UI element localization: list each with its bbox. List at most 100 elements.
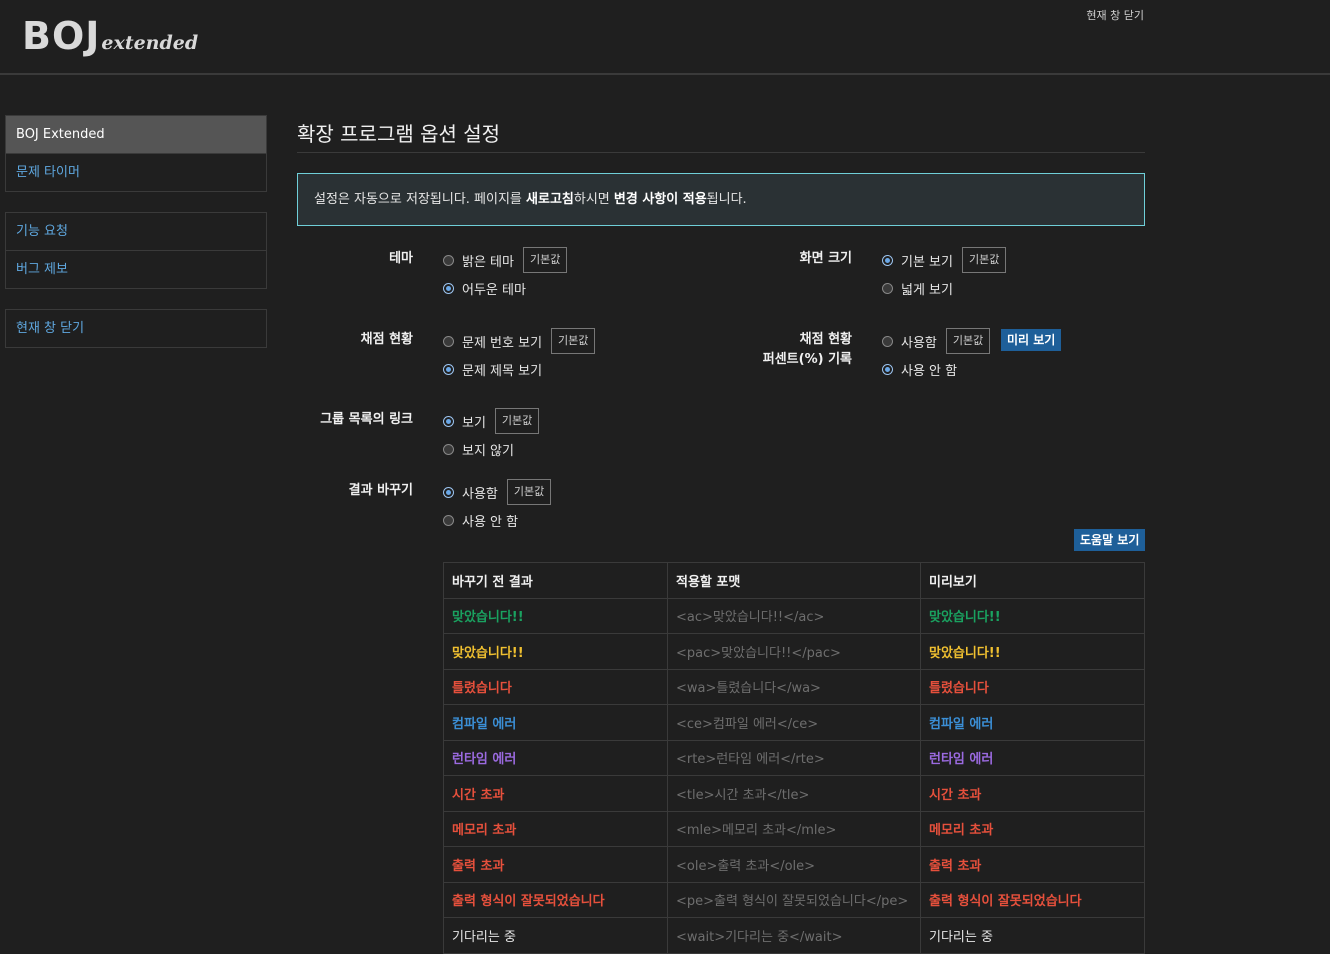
preview-cell: 맞았습니다!! <box>920 597 1145 634</box>
format-cell[interactable]: <ole>출력 초과</ole> <box>667 846 921 883</box>
screen-wide-label: 넓게 보기 <box>901 283 953 298</box>
format-cell[interactable]: <tle>시간 초과</tle> <box>667 775 921 812</box>
table-row: 맞았습니다!! <ac>맞았습니다!!</ac> 맞았습니다!! <box>443 597 1145 634</box>
group-link-hide-radio[interactable]: 보지 않기 <box>443 440 514 459</box>
table-row: 출력 형식이 잘못되었습니다 <pe>출력 형식이 잘못되었습니다</pe> 출력 … <box>443 881 1145 918</box>
replace-use-label: 사용함 <box>462 486 498 502</box>
boj-extended-logo[interactable]: BOJextended <box>22 14 198 58</box>
percent-use-label: 사용함 <box>901 335 937 351</box>
status-title-radio[interactable]: 문제 제목 보기 <box>443 360 542 379</box>
table-row: 런타임 에러 <rte>런타임 에러</rte> 런타임 에러 <box>443 739 1145 776</box>
before-cell: 메모리 초과 <box>443 810 668 847</box>
preview-button[interactable]: 미리 보기 <box>1001 329 1062 351</box>
table-row: 맞았습니다!! <pac>맞았습니다!!</pac> 맞았습니다!! <box>443 633 1145 670</box>
sidebar-item-problem-timer[interactable]: 문제 타이머 <box>6 153 266 191</box>
before-cell: 기다리는 중 <box>443 917 668 954</box>
table-body: 맞았습니다!! <ac>맞았습니다!!</ac> 맞았습니다!! 맞았습니다!! <pa… <box>443 597 1145 954</box>
logo-main-text: BOJ <box>22 14 101 58</box>
radio-off-icon <box>443 515 454 526</box>
column-header-before: 바꾸기 전 결과 <box>443 562 668 599</box>
group-link-hide-label: 보지 않기 <box>462 444 514 459</box>
format-cell[interactable]: <ac>맞았습니다!!</ac> <box>667 597 921 634</box>
sidebar-group-feedback: 기능 요청 버그 제보 <box>5 212 267 289</box>
preview-cell: 시간 초과 <box>920 775 1145 812</box>
preview-cell: 출력 초과 <box>920 846 1145 883</box>
radio-off-icon <box>882 283 893 294</box>
sidebar: BOJ Extended 문제 타이머 기능 요청 버그 제보 현재 창 닫기 <box>5 115 267 368</box>
sidebar-group-close: 현재 창 닫기 <box>5 309 267 348</box>
notice-text-2: 하시면 <box>573 192 614 207</box>
screen-default-label: 기본 보기 <box>901 254 953 270</box>
preview-cell: 출력 형식이 잘못되었습니다 <box>920 881 1145 918</box>
group-link-default-button[interactable]: 기본값 <box>494 408 540 434</box>
before-cell: 런타임 에러 <box>443 739 668 776</box>
header: BOJextended 현재 창 닫기 <box>0 0 1330 75</box>
radio-on-icon <box>882 254 893 266</box>
percent-use-radio[interactable]: 사용함 기본값 <box>882 328 991 354</box>
notice-bold-refresh: 새로고침 <box>526 192 574 207</box>
notice-text-1: 설정은 자동으로 저장됩니다. 페이지를 <box>314 192 527 207</box>
table-row: 시간 초과 <tle>시간 초과</tle> 시간 초과 <box>443 775 1145 812</box>
status-default-button[interactable]: 기본값 <box>551 328 596 354</box>
format-cell[interactable]: <pac>맞았습니다!!</pac> <box>667 633 921 670</box>
screen-size-label: 화면 크기 <box>799 251 852 266</box>
notice-bold-applied: 변경 사항이 적용 <box>613 192 707 207</box>
main-content: 확장 프로그램 옵션 설정 설정은 자동으로 저장됩니다. 페이지를 새로고침하… <box>297 114 1145 226</box>
format-cell[interactable]: <ce>컴파일 에러</ce> <box>667 704 921 741</box>
before-cell: 출력 초과 <box>443 846 668 883</box>
theme-default-button[interactable]: 기본값 <box>522 247 568 273</box>
radio-on-icon <box>443 283 454 294</box>
status-title-label: 문제 제목 보기 <box>462 364 543 379</box>
table-row: 메모리 초과 <mle>메모리 초과</mle> 메모리 초과 <box>443 810 1145 847</box>
replace-use-radio[interactable]: 사용함 기본값 <box>443 479 552 505</box>
preview-cell: 기다리는 중 <box>920 917 1145 954</box>
status-number-radio[interactable]: 문제 번호 보기 기본값 <box>443 328 596 354</box>
format-cell[interactable]: <wait>기다리는 중</wait> <box>667 917 921 954</box>
percent-label-line1: 채점 현황 <box>799 332 852 347</box>
preview-cell: 런타임 에러 <box>920 739 1145 776</box>
table-row: 컴파일 에러 <ce>컴파일 에러</ce> 컴파일 에러 <box>443 704 1145 741</box>
replace-default-button[interactable]: 기본값 <box>506 479 552 505</box>
replace-none-radio[interactable]: 사용 안 함 <box>443 511 518 530</box>
radio-on-icon <box>443 486 454 498</box>
format-cell[interactable]: <pe>출력 형식이 잘못되었습니다</pe> <box>667 881 921 918</box>
close-window-link[interactable]: 현재 창 닫기 <box>1086 7 1144 23</box>
status-label: 채점 현황 <box>360 332 413 347</box>
notice-box: 설정은 자동으로 저장됩니다. 페이지를 새로고침하시면 변경 사항이 적용됩니… <box>297 173 1145 226</box>
sidebar-item-close-window[interactable]: 현재 창 닫기 <box>6 310 266 347</box>
radio-on-icon <box>443 364 454 375</box>
screen-wide-radio[interactable]: 넓게 보기 <box>882 279 953 298</box>
table-row: 출력 초과 <ole>출력 초과</ole> 출력 초과 <box>443 846 1145 883</box>
screen-default-radio[interactable]: 기본 보기 기본값 <box>882 247 1007 273</box>
sidebar-item-feature-request[interactable]: 기능 요청 <box>6 213 266 250</box>
theme-light-radio[interactable]: 밝은 테마 기본값 <box>443 247 568 273</box>
table-row: 틀렸습니다 <wa>틀렸습니다</wa> 틀렸습니다 <box>443 668 1145 705</box>
before-cell: 시간 초과 <box>443 775 668 812</box>
group-link-show-radio[interactable]: 보기 기본값 <box>443 408 540 434</box>
format-cell[interactable]: <rte>런타임 에러</rte> <box>667 739 921 776</box>
help-button[interactable]: 도움말 보기 <box>1074 529 1146 551</box>
radio-off-icon <box>443 335 454 347</box>
sidebar-item-bug-report[interactable]: 버그 제보 <box>6 250 266 288</box>
percent-default-button[interactable]: 기본값 <box>945 328 991 354</box>
preview-cell: 컴파일 에러 <box>920 704 1145 741</box>
theme-dark-radio[interactable]: 어두운 테마 <box>443 279 526 298</box>
radio-on-icon <box>443 415 454 427</box>
before-cell: 출력 형식이 잘못되었습니다 <box>443 881 668 918</box>
preview-cell: 틀렸습니다 <box>920 668 1145 705</box>
before-cell: 맞았습니다!! <box>443 633 668 670</box>
column-header-format: 적용할 포맷 <box>667 562 921 599</box>
group-link-label: 그룹 목록의 링크 <box>320 412 413 427</box>
sidebar-item-boj-extended[interactable]: BOJ Extended <box>6 116 266 153</box>
replace-label: 결과 바꾸기 <box>348 483 413 498</box>
preview-cell: 맞았습니다!! <box>920 633 1145 670</box>
notice-text-3: 됩니다. <box>706 192 747 207</box>
percent-none-label: 사용 안 함 <box>901 364 958 379</box>
radio-off-icon <box>882 335 893 347</box>
before-cell: 컴파일 에러 <box>443 704 668 741</box>
radio-off-icon <box>443 444 454 455</box>
format-cell[interactable]: <wa>틀렸습니다</wa> <box>667 668 921 705</box>
percent-none-radio[interactable]: 사용 안 함 <box>882 360 957 379</box>
screen-default-button[interactable]: 기본값 <box>961 247 1007 273</box>
format-cell[interactable]: <mle>메모리 초과</mle> <box>667 810 921 847</box>
